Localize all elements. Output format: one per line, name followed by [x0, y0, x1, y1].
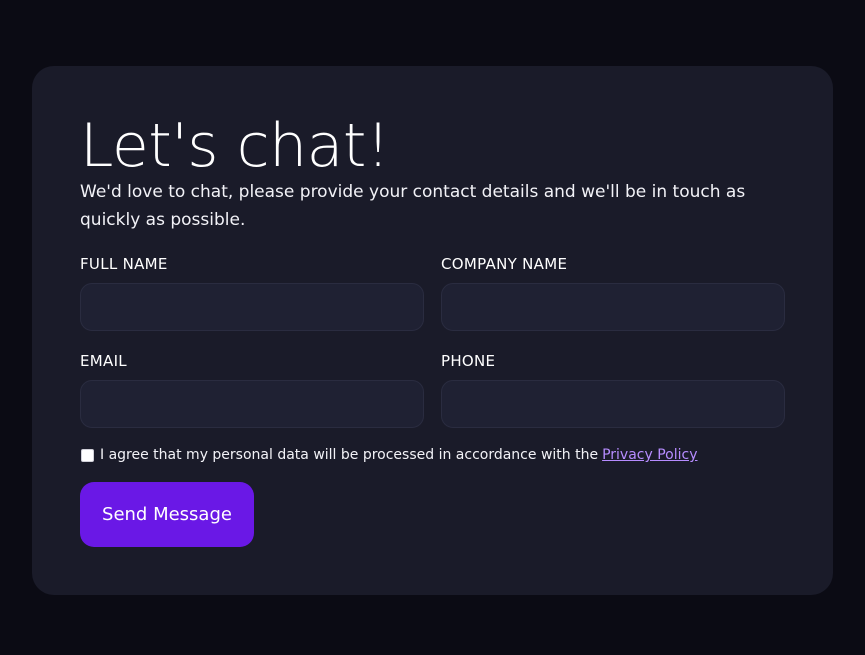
send-message-button[interactable]: Send Message — [80, 482, 254, 547]
email-label: EMAIL — [80, 352, 127, 370]
privacy-consent-text: I agree that my personal data will be pr… — [100, 447, 599, 463]
form-subtitle: We'd love to chat, please provide your c… — [80, 182, 746, 230]
phone-input[interactable] — [441, 380, 785, 428]
company-name-input[interactable] — [441, 283, 785, 331]
privacy-policy-link[interactable]: Privacy Policy — [602, 446, 697, 464]
contact-form-card: Let's chat! We'd love to chat, please pr… — [32, 66, 833, 595]
privacy-consent-row: I agree that my personal data will be pr… — [80, 446, 698, 464]
full-name-label: FULL NAME — [80, 255, 168, 273]
phone-label: PHONE — [441, 352, 496, 370]
full-name-input[interactable] — [80, 283, 424, 331]
page-title: Let's chat! — [80, 111, 390, 181]
email-input[interactable] — [80, 380, 424, 428]
privacy-consent-checkbox[interactable] — [81, 448, 94, 462]
company-name-label: COMPANY NAME — [441, 255, 568, 273]
